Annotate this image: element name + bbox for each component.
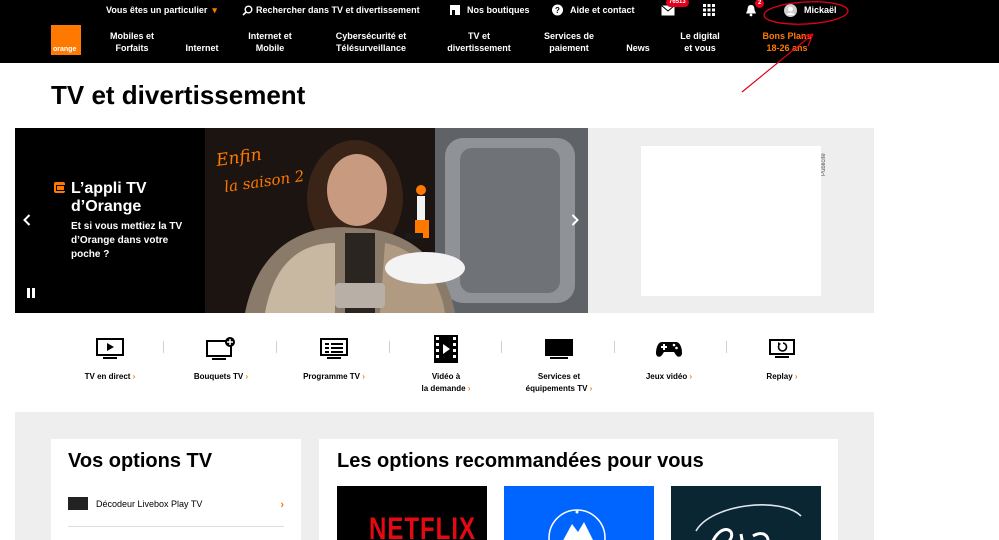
search-icon [242, 5, 253, 16]
gamepad-icon [656, 342, 682, 357]
hero-subtitle: Et si vous mettiez la TV d’Orange dans v… [71, 221, 183, 260]
help-link-label: Aide et contact [570, 5, 635, 15]
disney-logo-icon [695, 504, 802, 540]
carousel-pause-button[interactable] [27, 288, 39, 300]
logo-text: orange [53, 46, 77, 53]
carousel-prev-button[interactable] [19, 210, 35, 230]
category-divider [501, 341, 502, 353]
nav-news[interactable]: News [620, 42, 656, 54]
recommended-options-title: Les options recommandées pour vous [337, 450, 704, 472]
tv-box-icon [545, 339, 573, 359]
disney-tile[interactable] [671, 486, 821, 540]
nav-bons-plans[interactable]: Bons Plans 18-26 ans [754, 30, 820, 54]
shops-link-label: Nos boutiques [467, 5, 530, 15]
tv-app-icon [54, 182, 65, 193]
category-divider [276, 341, 277, 353]
option-decodeur-label: Décodeur Livebox Play TV [96, 498, 203, 509]
your-options-card: Vos options TV Décodeur Livebox Play TV … [51, 439, 301, 540]
tv-guide-icon [320, 338, 348, 359]
ad-slot[interactable] [641, 146, 821, 296]
tv-bouquet-icon [206, 337, 235, 360]
profile-selector[interactable]: Vous êtes un particulier ▾ [106, 0, 217, 20]
category-divider [389, 341, 390, 353]
category-label: Bouquets TV [193, 372, 244, 381]
netflix-logo: NETFLIX [369, 511, 476, 540]
chevron-right-icon [571, 214, 579, 226]
user-name: Mickaël [804, 5, 837, 15]
hero-title: L’appli TV d’Orange [71, 180, 147, 215]
carousel-next-button[interactable] [567, 210, 583, 230]
option-decodeur-row[interactable]: Décodeur Livebox Play TV › [68, 497, 284, 527]
chevron-down-icon: ▾ [212, 4, 217, 15]
pause-icon [27, 288, 30, 298]
chevron-right-icon: › [280, 499, 284, 511]
page-root: Vous êtes un particulier ▾ Rechercher da… [0, 0, 999, 540]
nav-internet[interactable]: Internet [180, 42, 224, 54]
decoder-icon [68, 497, 88, 510]
category-label: Programme TV [303, 372, 360, 381]
category-bouquets-tv[interactable]: Bouquets TV › [166, 335, 276, 383]
category-label: Vidéo à la demande [421, 372, 466, 393]
hero-photo: Enfin la saison 2 [205, 128, 588, 313]
site-header: Vous êtes un particulier ▾ Rechercher da… [0, 0, 999, 63]
shop-icon [450, 5, 460, 15]
category-video-demande[interactable]: Vidéo à la demande › [391, 335, 501, 395]
pause-icon [32, 288, 35, 298]
category-jeux-video[interactable]: Jeux vidéo › [614, 335, 724, 383]
svg-text:?: ? [555, 6, 560, 15]
avatar-icon [784, 3, 797, 17]
nav-tv-divertissement[interactable]: TV et divertissement [440, 30, 518, 54]
options-section: Vos options TV Décodeur Livebox Play TV … [15, 412, 874, 540]
nav-cybersecurite[interactable]: Cybersécurité et Télésurveillance [326, 30, 416, 54]
category-divider [163, 341, 164, 353]
film-icon [434, 335, 458, 363]
replay-icon [769, 339, 795, 358]
category-label: Replay [766, 372, 793, 381]
category-replay[interactable]: Replay › [727, 335, 837, 383]
shops-link[interactable]: Nos boutiques [449, 0, 530, 20]
nav-internet-mobile[interactable]: Internet et Mobile [240, 30, 300, 54]
category-programme-tv[interactable]: Programme TV › [279, 335, 389, 383]
category-label: TV en direct [84, 372, 131, 381]
notification-count-badge: 2 [755, 0, 765, 8]
help-chat-icon: ? [552, 4, 563, 15]
category-label: Jeux vidéo [645, 372, 688, 381]
your-options-title: Vos options TV [68, 450, 213, 472]
netflix-tile[interactable]: NETFLIX [337, 486, 487, 540]
paramount-logo-icon [548, 509, 606, 540]
profile-selector-label: Vous êtes un particulier [106, 5, 208, 15]
search-link[interactable]: Rechercher dans TV et divertissement [242, 0, 420, 20]
nav-services-paiement[interactable]: Services de paiement [536, 30, 602, 54]
apps-grid-button[interactable] [703, 0, 715, 20]
chevron-left-icon [23, 214, 31, 226]
hero-carousel[interactable]: Enfin la saison 2 L’appli TV d’Orange Et… [15, 128, 588, 313]
nav-digital[interactable]: Le digital et vous [672, 30, 728, 54]
mail-count-badge: 76513 [666, 0, 689, 7]
tv-live-icon [96, 338, 124, 359]
ad-label: Publicité [821, 153, 827, 176]
category-label: Services et équipements TV [525, 372, 588, 393]
orange-logo[interactable]: orange [51, 25, 81, 55]
paramount-tile[interactable] [504, 486, 654, 540]
search-link-label: Rechercher dans TV et divertissement [256, 5, 420, 15]
page-title: TV et divertissement [51, 80, 306, 110]
help-link[interactable]: ? Aide et contact [551, 0, 635, 20]
user-account-button[interactable]: Mickaël [784, 0, 837, 20]
hero-section: Enfin la saison 2 L’appli TV d’Orange Et… [15, 128, 874, 313]
apps-grid-icon [703, 4, 715, 16]
recommended-options-card: Les options recommandées pour vous NETFL… [319, 439, 838, 540]
category-tv-en-direct[interactable]: TV en direct › [55, 335, 165, 383]
nav-mobiles-forfaits[interactable]: Mobiles et Forfaits [104, 30, 160, 54]
category-services-equipements[interactable]: Services et équipements TV › [504, 335, 614, 395]
